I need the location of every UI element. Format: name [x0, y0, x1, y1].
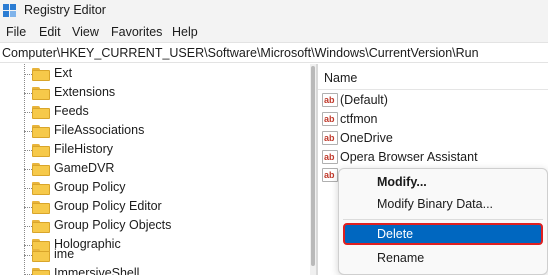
- registry-tree[interactable]: Ext Extensions Feeds FileAssociations Fi…: [0, 64, 310, 275]
- folder-icon: [32, 182, 50, 195]
- value-row[interactable]: ab (Default): [318, 91, 548, 110]
- title-bar: Registry Editor: [0, 0, 548, 22]
- value-row[interactable]: ab Opera Browser Assistant: [318, 148, 548, 167]
- scrollbar-thumb[interactable]: [311, 66, 315, 266]
- tree-item-feeds[interactable]: Feeds: [0, 102, 310, 122]
- value-name: Opera Browser Assistant: [340, 150, 478, 164]
- value-name: (Default): [340, 93, 388, 107]
- context-menu-modify-binary[interactable]: Modify Binary Data...: [343, 193, 543, 215]
- context-menu-delete[interactable]: Delete: [343, 223, 543, 245]
- menu-bar: File Edit View Favorites Help: [0, 22, 548, 42]
- tree-item-label: Extensions: [54, 85, 116, 99]
- context-menu: Modify... Modify Binary Data... Delete R…: [338, 168, 548, 275]
- menu-favorites[interactable]: Favorites: [111, 25, 162, 39]
- window-title: Registry Editor: [24, 3, 106, 17]
- tree-item-group-policy[interactable]: Group Policy: [0, 178, 310, 198]
- tree-item-group-policy-editor[interactable]: Group Policy Editor: [0, 197, 310, 217]
- address-path[interactable]: Computer\HKEY_CURRENT_USER\Software\Micr…: [2, 46, 479, 60]
- tree-item-label: Group Policy Objects: [54, 218, 172, 232]
- value-row[interactable]: ab ctfmon: [318, 110, 548, 129]
- folder-icon: [32, 201, 50, 214]
- tree-item-label: ImmersiveShell: [54, 266, 140, 275]
- menu-file[interactable]: File: [6, 25, 26, 39]
- value-name: OneDrive: [340, 131, 393, 145]
- menu-edit[interactable]: Edit: [39, 25, 61, 39]
- string-value-icon: ab: [322, 168, 338, 182]
- tree-item-label: Feeds: [54, 104, 89, 118]
- context-menu-modify[interactable]: Modify...: [343, 171, 543, 193]
- context-menu-rename[interactable]: Rename: [343, 247, 543, 269]
- folder-icon: [32, 68, 50, 81]
- tree-item-gamedvr[interactable]: GameDVR: [0, 159, 310, 179]
- value-name: ctfmon: [340, 112, 378, 126]
- tree-item-extensions[interactable]: Extensions: [0, 83, 310, 103]
- folder-icon: [32, 220, 50, 233]
- menu-help[interactable]: Help: [172, 25, 198, 39]
- tree-item-ext[interactable]: Ext: [0, 64, 310, 84]
- address-bar[interactable]: Computer\HKEY_CURRENT_USER\Software\Micr…: [0, 42, 548, 63]
- string-value-icon: ab: [322, 112, 338, 126]
- string-value-icon: ab: [322, 93, 338, 107]
- menu-view[interactable]: View: [72, 25, 99, 39]
- tree-item-filehistory[interactable]: FileHistory: [0, 140, 310, 160]
- tree-item-ime[interactable]: ime: [0, 245, 310, 265]
- folder-icon: [32, 87, 50, 100]
- tree-item-label: FileHistory: [54, 142, 114, 156]
- folder-icon: [32, 125, 50, 138]
- context-menu-label: Rename: [377, 251, 425, 265]
- context-menu-label: Modify Binary Data...: [377, 197, 494, 211]
- context-menu-separator: [343, 219, 543, 220]
- tree-item-label: FileAssociations: [54, 123, 145, 137]
- string-value-icon: ab: [322, 131, 338, 145]
- tree-item-fileassociations[interactable]: FileAssociations: [0, 121, 310, 141]
- column-header-label: Name: [324, 71, 358, 85]
- folder-icon: [32, 144, 50, 157]
- tree-item-immersiveshell[interactable]: ImmersiveShell: [0, 264, 310, 275]
- registry-editor-app-icon: [3, 4, 16, 17]
- tree-item-label: Group Policy Editor: [54, 199, 162, 213]
- tree-item-label: GameDVR: [54, 161, 115, 175]
- context-menu-label: Delete: [377, 227, 414, 241]
- tree-item-label: Ext: [54, 66, 73, 80]
- folder-icon: [32, 106, 50, 119]
- folder-icon: [32, 163, 50, 176]
- value-row[interactable]: ab OneDrive: [318, 129, 548, 148]
- tree-item-label: Group Policy: [54, 180, 126, 194]
- folder-icon: [32, 249, 50, 262]
- folder-icon: [32, 268, 50, 275]
- tree-item-group-policy-objects[interactable]: Group Policy Objects: [0, 216, 310, 236]
- tree-item-label: ime: [54, 247, 75, 261]
- column-header-name[interactable]: Name: [318, 64, 548, 90]
- context-menu-label: Modify...: [377, 175, 427, 189]
- string-value-icon: ab: [322, 150, 338, 164]
